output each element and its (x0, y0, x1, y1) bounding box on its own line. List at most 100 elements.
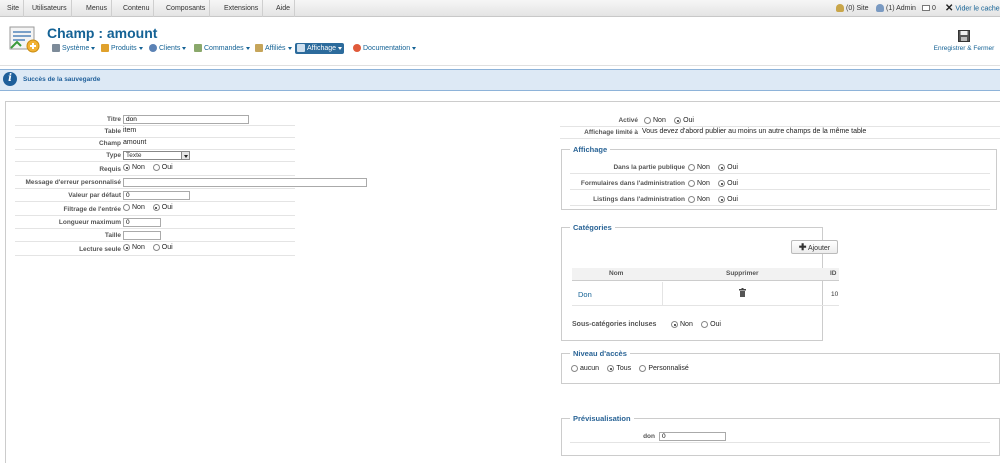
save-close-button[interactable]: Enregistrer & Fermer (928, 30, 1000, 62)
access-perso-label: Personnalisé (648, 365, 689, 373)
table-row: Don 10 (572, 282, 839, 306)
requis-non-radio[interactable] (123, 164, 130, 171)
submenu-commandes-label: Commandes (204, 45, 244, 52)
active-non-radio[interactable] (644, 117, 651, 125)
floppy-icon (958, 30, 970, 42)
affichage-fieldset: Affichage Dans la partie publique Non Ou… (561, 145, 997, 210)
affiliates-icon (255, 44, 263, 53)
menu-aide[interactable]: Aide (272, 0, 296, 17)
preview-input[interactable] (659, 432, 726, 441)
filtrage-non-radio[interactable] (123, 204, 130, 211)
lecture-non-label: Non (132, 244, 145, 251)
access-level-fieldset: Niveau d'accès aucun Tous Personnalisé (561, 349, 1000, 384)
type-select[interactable]: Texte (123, 151, 190, 160)
submenu-documentation[interactable]: Documentation (351, 43, 418, 54)
affichage-limite-label: Affichage limité à (584, 129, 638, 136)
forms-admin-radios: Non Oui (688, 179, 744, 188)
forms-admin-non-label: Non (697, 180, 710, 188)
max-length-input[interactable] (123, 218, 161, 227)
menu-composants[interactable]: Composants (162, 0, 211, 17)
filtrage-oui-radio[interactable] (152, 204, 160, 211)
categories-legend: Catégories (570, 223, 615, 232)
menu-utilisateurs[interactable]: Utilisateurs (28, 0, 72, 17)
row-preview: don (570, 431, 990, 443)
site-users-status[interactable]: (0) Site (836, 0, 869, 17)
row-public: Dans la partie publique Non Oui (570, 162, 990, 174)
menu-extensions[interactable]: Extensions (220, 0, 264, 17)
active-oui-radio[interactable] (674, 117, 682, 125)
row-forms-admin: Formulaires dans l'administration Non Ou… (570, 178, 990, 190)
orders-icon (194, 44, 202, 53)
row-affichage-limite: Affichage limité à Vous devez d'abord pu… (560, 127, 1000, 139)
size-input[interactable] (123, 231, 161, 240)
menu-site[interactable]: Site (3, 0, 25, 17)
admin-users-label: (1) Admin (886, 5, 916, 12)
subcat-non-radio[interactable] (671, 321, 678, 329)
field-page-icon (9, 24, 41, 54)
public-oui-radio[interactable] (718, 164, 726, 172)
titre-input[interactable] (123, 115, 249, 124)
info-icon: i (3, 72, 17, 86)
type-label: Type (106, 152, 121, 159)
requis-oui-radio[interactable] (152, 164, 160, 171)
champ-label: Champ (98, 140, 121, 147)
chevron-down-icon (182, 46, 187, 50)
clear-cache-link[interactable]: ✕ Vider le cache (945, 0, 1000, 17)
submenu-affilies-label: Affiliés (265, 45, 286, 52)
trash-icon[interactable] (739, 288, 746, 299)
filtrage-oui-label: Oui (161, 204, 173, 211)
messages-status[interactable]: 0 (922, 0, 936, 17)
requis-non-label: Non (132, 164, 145, 171)
forms-admin-oui-radio[interactable] (718, 180, 726, 188)
subcat-oui-radio[interactable] (701, 321, 709, 329)
lecture-non-radio[interactable] (123, 244, 130, 251)
submenu-produits[interactable]: Produits (99, 43, 145, 54)
menu-contenu[interactable]: Contenu (119, 0, 155, 17)
listings-admin-oui-radio[interactable] (718, 196, 726, 204)
lecture-radios: Non Oui (123, 244, 179, 251)
submenu-produits-label: Produits (111, 45, 137, 52)
access-aucun-radio[interactable] (571, 365, 578, 373)
submenu-affilies[interactable]: Affiliés (253, 43, 294, 54)
submenu-commandes[interactable]: Commandes (192, 43, 252, 54)
admin-users-status[interactable]: (1) Admin (876, 0, 916, 17)
default-value-input[interactable] (123, 191, 190, 200)
admin-icon (876, 4, 884, 13)
submenu-systeme-label: Système (62, 45, 90, 52)
menu-menus[interactable]: Menus (82, 0, 113, 17)
lecture-oui-radio[interactable] (152, 244, 160, 251)
filtrage-radios: Non Oui (123, 204, 179, 211)
access-tous-radio[interactable] (607, 365, 615, 373)
success-message: Succès de la sauvegarde (23, 76, 101, 83)
listings-admin-non-radio[interactable] (688, 196, 695, 204)
submenu-clients[interactable]: Clients (147, 43, 188, 54)
forms-admin-non-radio[interactable] (688, 180, 695, 188)
public-non-radio[interactable] (688, 164, 695, 172)
row-champ: Champ amount (15, 138, 295, 150)
row-filtrage: Filtrage de l'entrée Non Oui (15, 204, 295, 216)
col-nom: Nom (609, 270, 624, 277)
subcat-label: Sous-catégories incluses (572, 321, 657, 328)
access-perso-radio[interactable] (639, 365, 647, 373)
error-message-input[interactable] (123, 178, 367, 187)
column-divider (662, 282, 663, 306)
active-non-label: Non (653, 117, 666, 125)
table-label: Table (104, 128, 122, 135)
row-listings-admin: Listings dans l'administration Non Oui (570, 194, 990, 206)
chevron-down-icon (287, 46, 292, 50)
message-label: Message d'erreur personnalisé (25, 179, 121, 186)
submenu-systeme[interactable]: Système (50, 43, 97, 54)
chevron-down-icon (338, 46, 343, 50)
row-longueur: Longueur maximum (15, 217, 295, 229)
submenu-affichage[interactable]: Affichage (295, 43, 345, 54)
access-legend: Niveau d'accès (570, 349, 630, 358)
col-supprimer: Supprimer (726, 270, 759, 277)
top-menu-bar: Site Utilisateurs Menus Contenu Composan… (0, 0, 1000, 17)
category-name-link[interactable]: Don (578, 290, 592, 299)
filtrage-non-label: Non (132, 204, 145, 211)
add-category-button[interactable]: ✚ Ajouter (791, 240, 838, 254)
listings-admin-non-label: Non (697, 196, 710, 204)
filtrage-label: Filtrage de l'entrée (63, 206, 121, 213)
table-value: item (123, 127, 137, 134)
listings-admin-oui-label: Oui (727, 196, 738, 204)
